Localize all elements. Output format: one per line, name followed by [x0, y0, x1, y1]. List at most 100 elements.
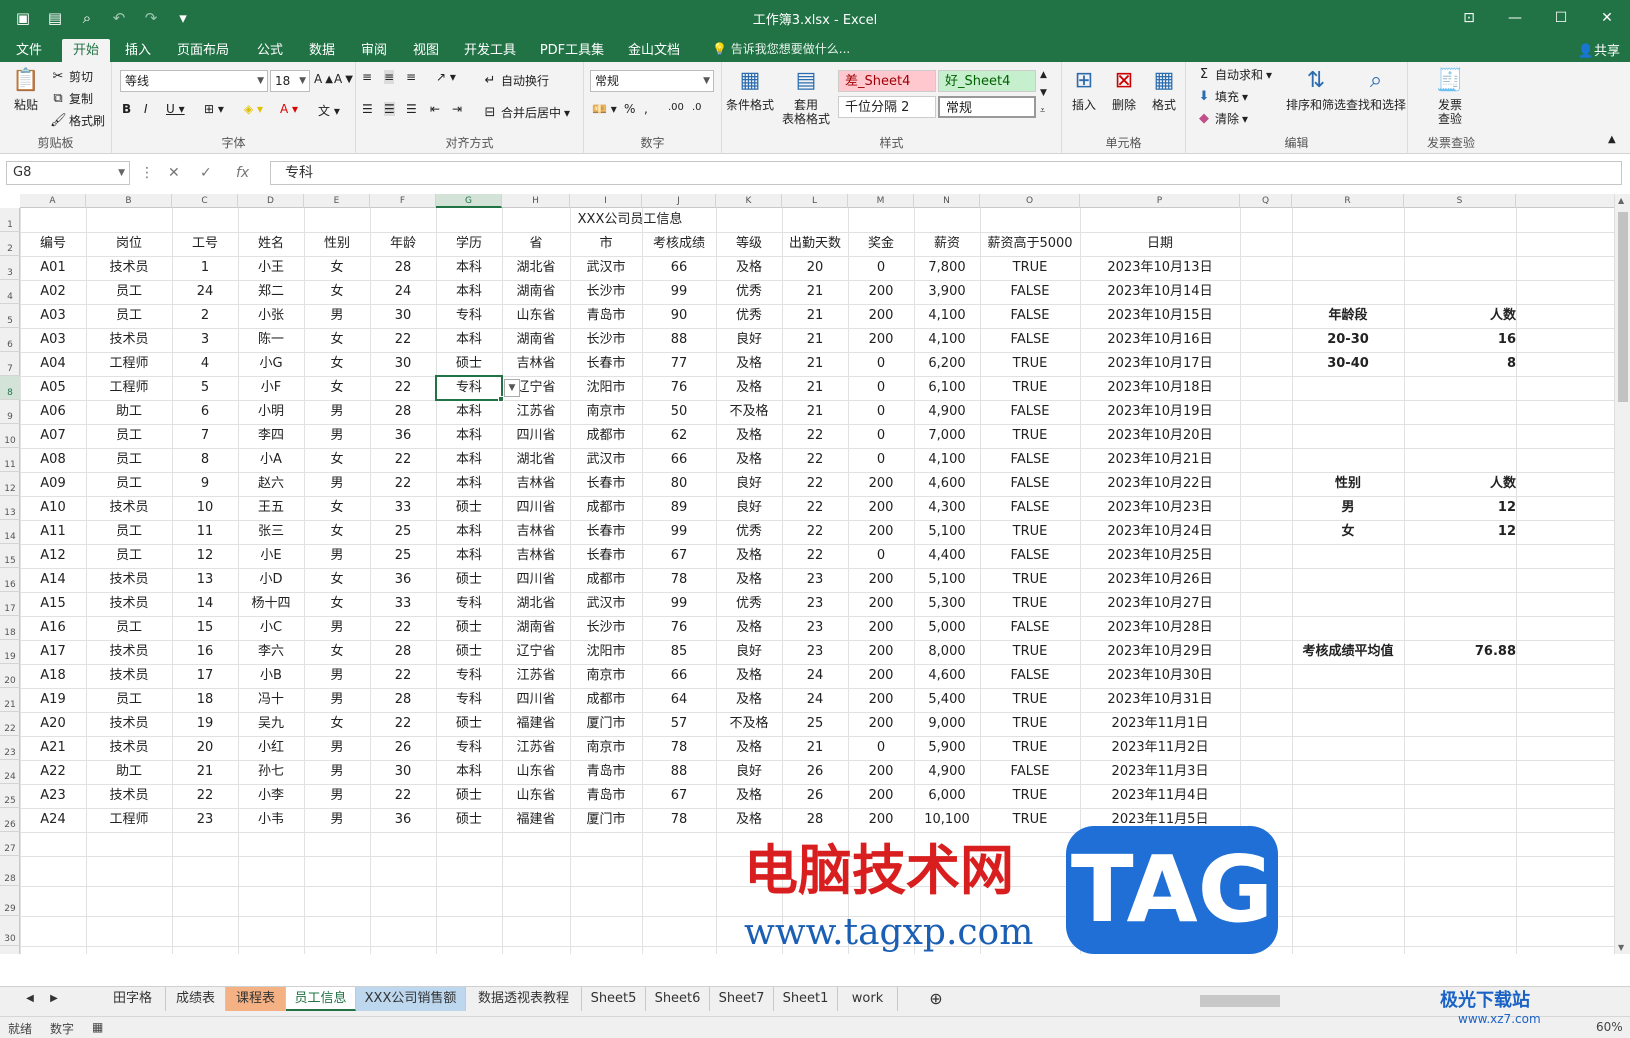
data-cell[interactable]: 助工 — [86, 760, 172, 784]
data-cell[interactable]: 99 — [642, 520, 716, 544]
orientation-icon[interactable]: ↗ ▾ — [436, 70, 456, 84]
tab-review[interactable]: 审阅 — [354, 39, 394, 62]
data-cell[interactable]: 本科 — [436, 544, 502, 568]
header-cell[interactable]: 奖金 — [848, 232, 914, 256]
data-cell[interactable]: 长沙市 — [570, 280, 642, 304]
data-cell[interactable]: 4,900 — [914, 760, 980, 784]
data-cell[interactable]: FALSE — [980, 448, 1080, 472]
delete-cells-button[interactable]: ⊠ 删除 — [1106, 66, 1142, 112]
data-cell[interactable]: 长沙市 — [570, 616, 642, 640]
header-cell[interactable]: 出勤天数 — [782, 232, 848, 256]
data-cell[interactable]: 22 — [782, 472, 848, 496]
style-bad-sheet4[interactable]: 差_Sheet4 — [838, 70, 936, 92]
data-cell[interactable]: 小G — [238, 352, 304, 376]
data-cell[interactable]: 专科 — [436, 376, 502, 400]
data-cell[interactable]: 25 — [370, 520, 436, 544]
summary-cell[interactable]: 男 — [1292, 496, 1404, 520]
data-cell[interactable]: 成都市 — [570, 688, 642, 712]
data-cell[interactable]: 24 — [782, 688, 848, 712]
data-cell[interactable]: 66 — [642, 448, 716, 472]
data-cell[interactable]: TRUE — [980, 520, 1080, 544]
fill-button[interactable]: ⬇ 填充 ▾ — [1196, 88, 1249, 105]
data-cell[interactable]: 2023年11月3日 — [1080, 760, 1240, 784]
data-cell[interactable]: 小李 — [238, 784, 304, 808]
row-header[interactable]: 10 — [0, 424, 20, 448]
data-cell[interactable]: 湖北省 — [502, 592, 570, 616]
header-cell[interactable]: 薪资 — [914, 232, 980, 256]
tab-data[interactable]: 数据 — [302, 39, 342, 62]
data-cell[interactable]: 李四 — [238, 424, 304, 448]
style-normal[interactable]: 常规 — [938, 96, 1036, 118]
data-cell[interactable]: 员工 — [86, 448, 172, 472]
align-left-icon[interactable]: ☰ — [362, 102, 373, 116]
data-cell[interactable]: 优秀 — [716, 520, 782, 544]
row-header[interactable]: 17 — [0, 592, 20, 616]
data-cell[interactable]: 本科 — [436, 424, 502, 448]
data-cell[interactable]: 22 — [370, 784, 436, 808]
data-cell[interactable]: 200 — [848, 640, 914, 664]
align-middle-icon[interactable]: ≡ — [384, 70, 395, 84]
data-cell[interactable]: 200 — [848, 496, 914, 520]
row-header[interactable]: 25 — [0, 784, 20, 808]
data-cell[interactable]: 2023年10月17日 — [1080, 352, 1240, 376]
data-cell[interactable]: 成都市 — [570, 568, 642, 592]
data-cell[interactable]: 男 — [304, 304, 370, 328]
sheet-tab[interactable]: Sheet1 — [774, 987, 838, 1011]
data-cell[interactable]: 女 — [304, 520, 370, 544]
data-cell[interactable]: 小张 — [238, 304, 304, 328]
data-cell[interactable]: 女 — [304, 592, 370, 616]
data-cell[interactable]: 长春市 — [570, 472, 642, 496]
data-cell[interactable]: 0 — [848, 352, 914, 376]
data-cell[interactable]: 湖南省 — [502, 280, 570, 304]
add-sheet-icon[interactable]: ⊕ — [926, 987, 946, 1011]
header-cell[interactable]: 编号 — [20, 232, 86, 256]
data-cell[interactable]: 99 — [642, 592, 716, 616]
data-cell[interactable]: 硕士 — [436, 712, 502, 736]
data-cell[interactable]: 本科 — [436, 328, 502, 352]
data-cell[interactable]: 小D — [238, 568, 304, 592]
data-cell[interactable]: 技术员 — [86, 328, 172, 352]
find-select-button[interactable]: ⌕ 查找和选择 — [1344, 66, 1408, 112]
font-size-select[interactable]: 18 ▼ — [270, 70, 310, 92]
preview-icon[interactable]: ⌕ — [74, 6, 100, 30]
data-cell[interactable]: 郑二 — [238, 280, 304, 304]
minimize-button[interactable]: — — [1492, 0, 1538, 36]
data-cell[interactable]: 200 — [848, 472, 914, 496]
data-cell[interactable]: 30 — [370, 760, 436, 784]
data-cell[interactable]: FALSE — [980, 304, 1080, 328]
data-cell[interactable]: 21 — [172, 760, 238, 784]
data-cell[interactable]: A23 — [20, 784, 86, 808]
data-cell[interactable]: 21 — [782, 736, 848, 760]
data-cell[interactable]: A11 — [20, 520, 86, 544]
column-header[interactable]: E — [304, 194, 370, 208]
summary-cell[interactable]: 12 — [1404, 496, 1516, 520]
data-cell[interactable]: 2023年10月25日 — [1080, 544, 1240, 568]
data-cell[interactable]: 及格 — [716, 736, 782, 760]
data-cell[interactable]: 男 — [304, 616, 370, 640]
data-cell[interactable]: 28 — [370, 256, 436, 280]
data-cell[interactable]: 及格 — [716, 544, 782, 568]
data-cell[interactable]: 200 — [848, 712, 914, 736]
data-cell[interactable]: 0 — [848, 448, 914, 472]
data-cell[interactable]: 优秀 — [716, 280, 782, 304]
data-cell[interactable]: 12 — [172, 544, 238, 568]
row-header[interactable]: 3 — [0, 256, 20, 280]
data-cell[interactable]: FALSE — [980, 616, 1080, 640]
data-cell[interactable]: A18 — [20, 664, 86, 688]
data-cell[interactable]: 2023年10月22日 — [1080, 472, 1240, 496]
align-center-icon[interactable]: ☰ — [384, 102, 395, 116]
data-cell[interactable]: 200 — [848, 280, 914, 304]
cell-area[interactable]: XXX公司员工信息 编号 岗位 工号 姓名 性别 年龄 学历省市考核成绩 等级 出勤天数 奖金 薪资… — [20, 208, 1614, 954]
data-cell[interactable]: 36 — [370, 424, 436, 448]
data-cell[interactable]: 22 — [370, 712, 436, 736]
underline-icon[interactable]: U ▾ — [166, 102, 185, 116]
maximize-button[interactable]: ☐ — [1538, 0, 1584, 36]
wrap-text-button[interactable]: ↵ 自动换行 — [482, 72, 549, 89]
data-cell[interactable]: 200 — [848, 592, 914, 616]
currency-icon[interactable]: 💴 ▾ — [592, 102, 617, 116]
data-cell[interactable]: 成都市 — [570, 424, 642, 448]
data-cell[interactable]: 21 — [782, 376, 848, 400]
data-cell[interactable]: 本科 — [436, 520, 502, 544]
data-cell[interactable]: 优秀 — [716, 592, 782, 616]
data-cell[interactable]: TRUE — [980, 592, 1080, 616]
